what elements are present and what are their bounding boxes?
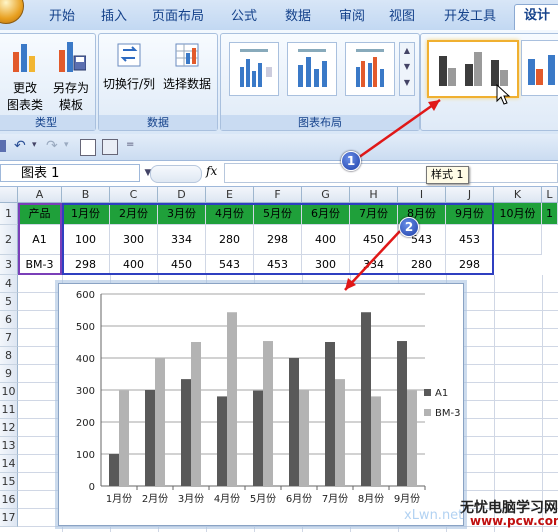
callout-arrow-2 — [344, 230, 401, 291]
callout-badge-2: 2 — [399, 217, 419, 237]
callout-badge-1: 1 — [341, 151, 361, 171]
watermark-faded: xLwn.net — [404, 508, 464, 523]
watermark-url: www.pcw.com — [470, 514, 558, 528]
annotation-overlay — [344, 98, 441, 291]
callout-arrowhead-1 — [428, 100, 440, 111]
callout-arrow-1 — [354, 98, 441, 162]
